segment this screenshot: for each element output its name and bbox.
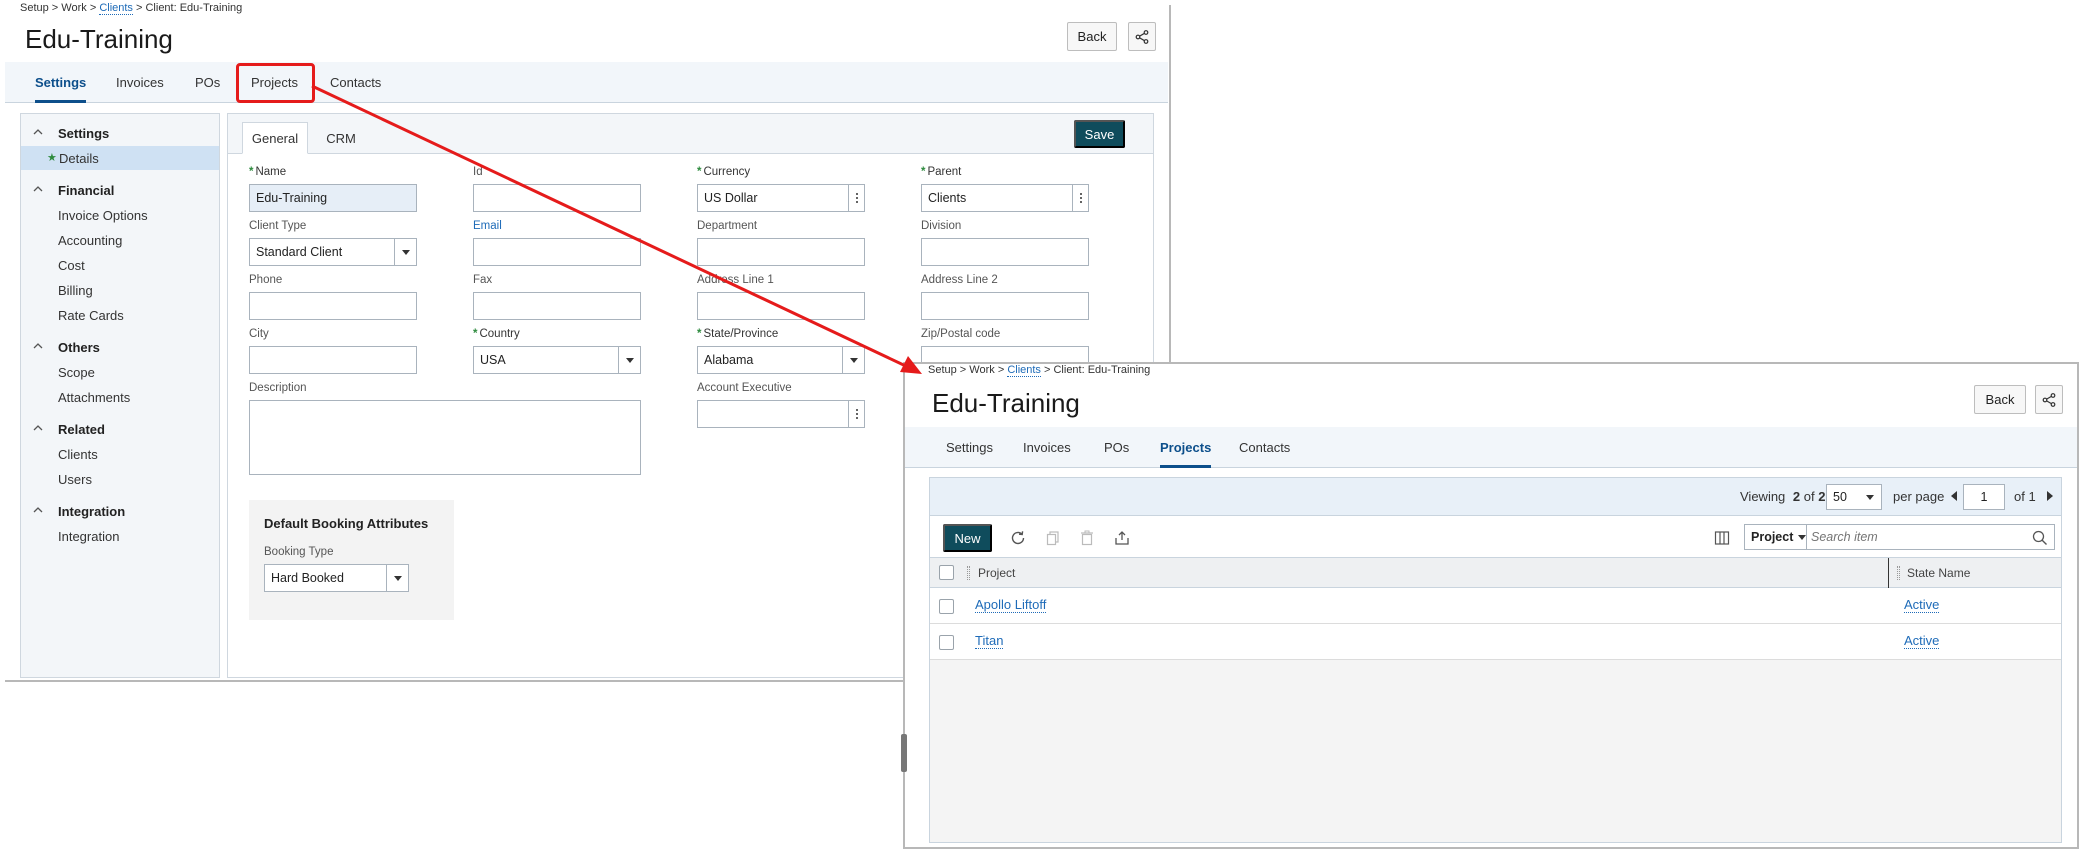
annotation-arrow-layer <box>311 84 922 374</box>
arrow-pointer <box>311 84 922 374</box>
arrow-line <box>311 84 911 370</box>
